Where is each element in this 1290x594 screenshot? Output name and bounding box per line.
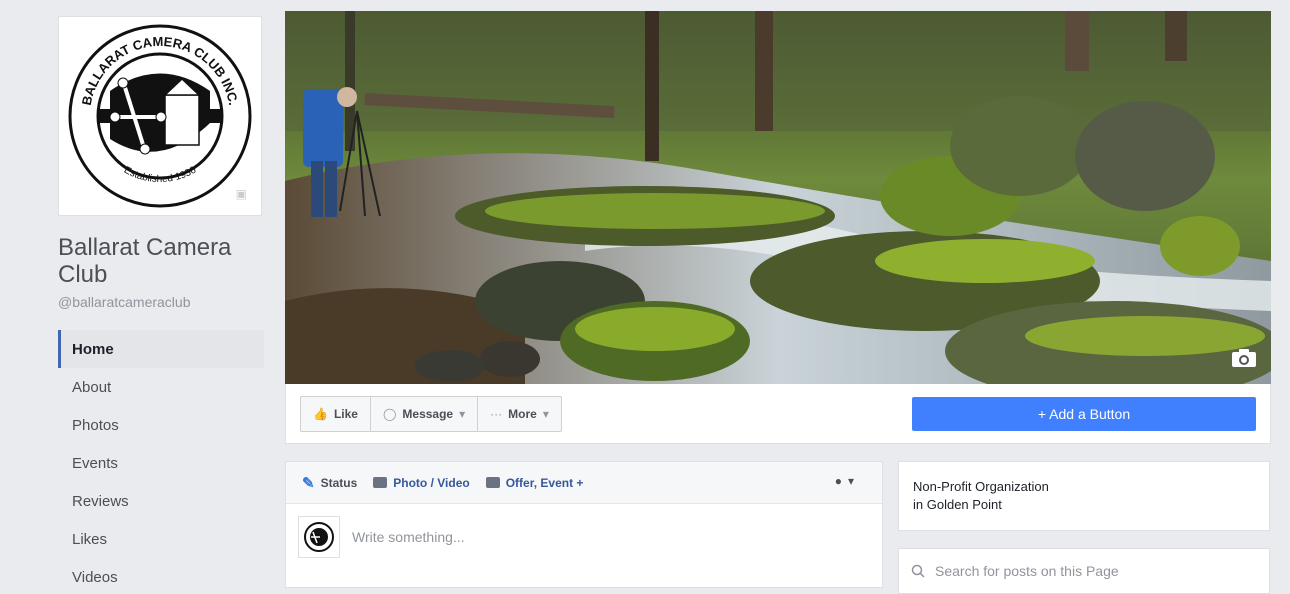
nav-item-events[interactable]: Events [58,444,264,482]
cover-photo[interactable] [285,11,1271,384]
tab-offer-event[interactable]: Offer, Event + [485,475,584,490]
tab-photo-video-label: Photo / Video [393,475,470,490]
message-icon: ◯ [382,407,397,421]
tab-status-label: Status [320,475,358,490]
left-column: BALLARAT CAMERA CLUB INC. Established 19… [58,16,272,594]
more-button[interactable]: ··· More ▾ [477,396,562,432]
add-a-button[interactable]: + Add a Button [912,397,1256,431]
tab-photo-video[interactable]: Photo / Video [373,475,470,490]
like-label: Like [333,407,358,421]
chevron-down-icon: ▾ [847,474,854,488]
profile-camera-icon[interactable]: ▣ [236,187,247,201]
club-logo: BALLARAT CAMERA CLUB INC. Established 19… [63,21,257,211]
like-button[interactable]: 👍 Like [300,396,371,432]
composer-body: Write something... [286,504,882,570]
pencil-icon: ✎ [302,474,315,492]
message-label: Message [402,407,454,421]
search-icon [911,564,925,578]
composer-tabs: ✎ Status Photo / Video Offer, Event + [286,462,882,504]
photo-icon [373,477,388,488]
page-action-bar: 👍 Like ◯ Message ▾ ··· More ▾ + Add a Bu… [285,384,1271,444]
audience-selector[interactable]: ● ▾ [835,474,854,488]
avatar [298,516,340,558]
nav-item-videos[interactable]: Videos [58,558,264,594]
page-handle[interactable]: @ballaratcameraclub [58,294,272,310]
nav-item-likes[interactable]: Likes [58,520,264,558]
chevron-down-icon: ▾ [459,407,466,421]
page-nav: Home About Photos Events Reviews Likes V… [58,330,264,594]
tab-status[interactable]: ✎ Status [302,474,357,492]
nav-item-home[interactable]: Home [58,330,264,368]
globe-icon: ● [834,474,842,488]
calendar-icon [485,477,500,488]
write-something-input[interactable]: Write something... [352,529,465,545]
more-label: More [508,407,537,421]
club-logo-icon: BALLARAT CAMERA CLUB INC. Established 19… [68,24,252,208]
page-title: Ballarat Camera Club [58,234,232,288]
nav-item-reviews[interactable]: Reviews [58,482,264,520]
message-button[interactable]: ◯ Message ▾ [369,396,479,432]
chevron-down-icon: ▾ [542,407,549,421]
page-info-card: Non-Profit Organization in Golden Point [898,461,1270,531]
ellipsis-icon: ··· [490,407,503,421]
page-category[interactable]: Non-Profit Organization [913,478,1255,496]
action-button-group: 👍 Like ◯ Message ▾ ··· More ▾ [300,396,562,432]
cover-photo-image [285,11,1271,384]
nav-item-photos[interactable]: Photos [58,406,264,444]
thumbs-up-icon: 👍 [313,407,328,421]
page-search [898,548,1270,594]
club-logo-mini-icon [304,522,334,552]
post-composer: ✎ Status Photo / Video Offer, Event + ● … [285,461,883,588]
cover-camera-icon[interactable] [1231,348,1257,368]
tab-offer-event-label: Offer, Event + [505,475,584,490]
profile-picture[interactable]: BALLARAT CAMERA CLUB INC. Established 19… [58,16,262,216]
page-location[interactable]: in Golden Point [913,496,1255,514]
nav-item-about[interactable]: About [58,368,264,406]
search-posts-input[interactable] [935,563,1235,579]
